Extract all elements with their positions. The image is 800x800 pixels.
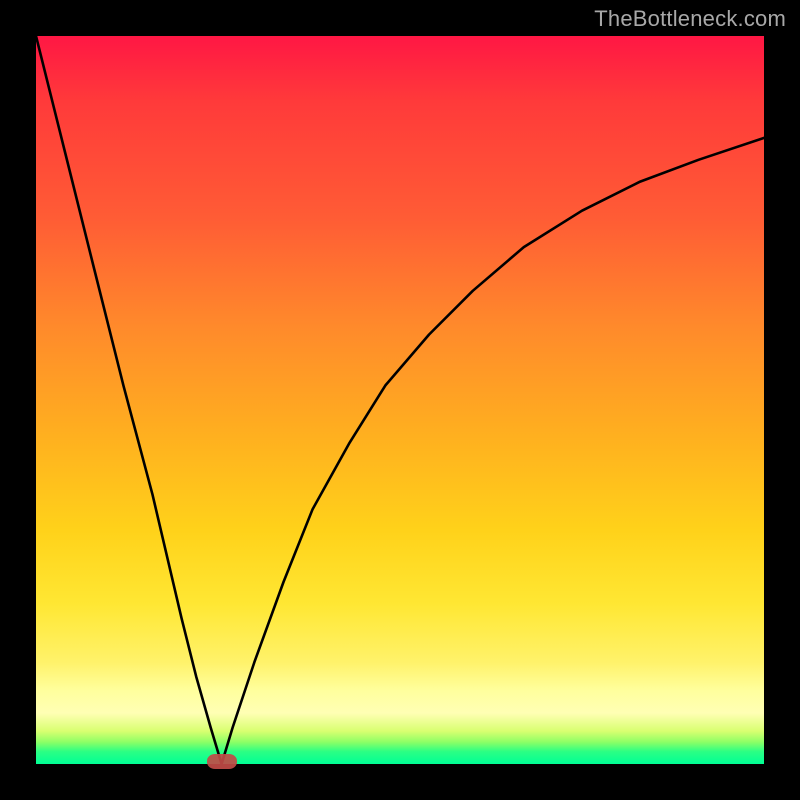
bottleneck-curve xyxy=(36,36,764,764)
minimum-marker xyxy=(207,754,237,769)
watermark-text: TheBottleneck.com xyxy=(594,6,786,32)
plot-area xyxy=(36,36,764,764)
chart-frame: TheBottleneck.com xyxy=(0,0,800,800)
